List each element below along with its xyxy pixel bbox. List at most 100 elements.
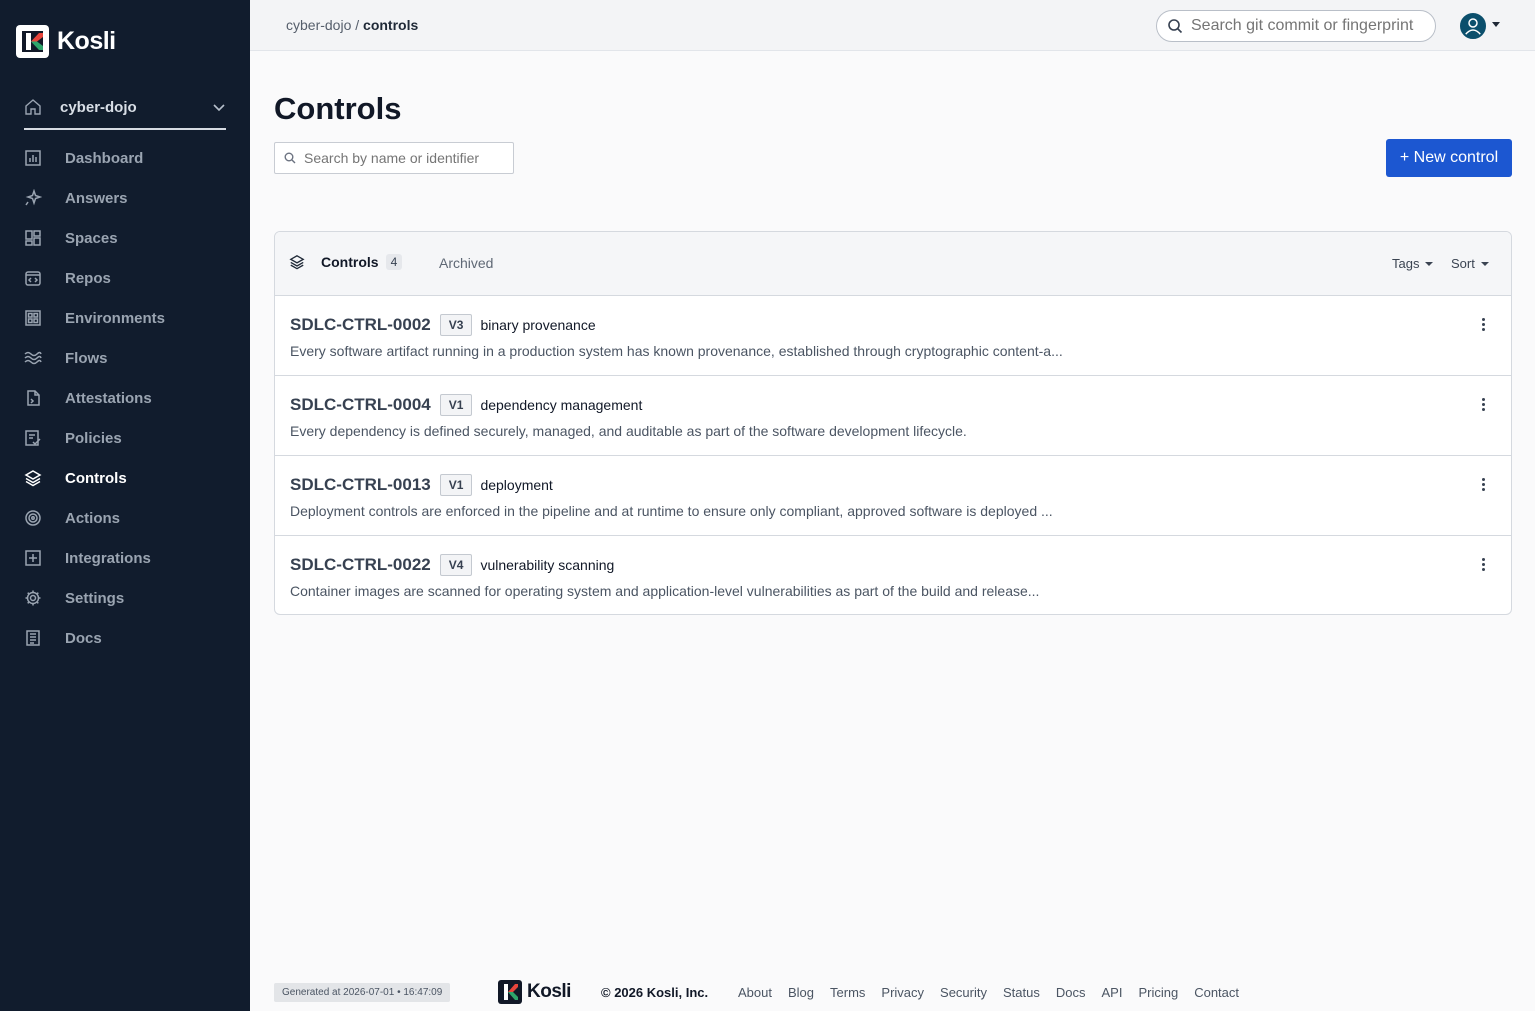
footer-link-terms[interactable]: Terms <box>830 985 865 1000</box>
controls-count-badge: 4 <box>385 254 403 270</box>
sort-dropdown[interactable]: Sort <box>1451 256 1489 271</box>
controls-panel: Controls 4 Archived Tags Sort SDLC-CTRL-… <box>274 231 1512 615</box>
logo-text: Kosli <box>57 27 116 55</box>
org-switcher[interactable]: cyber-dojo <box>24 86 226 130</box>
tags-dropdown-label: Tags <box>1392 256 1420 271</box>
sidebar-item-dashboard[interactable]: Dashboard <box>0 138 250 178</box>
more-options-icon[interactable] <box>1475 554 1491 574</box>
sort-dropdown-label: Sort <box>1451 256 1475 271</box>
control-row[interactable]: SDLC-CTRL-0004 V1 dependency management … <box>275 376 1511 456</box>
sidebar-item-attestations[interactable]: Attestations <box>0 378 250 418</box>
footer-link-docs[interactable]: Docs <box>1056 985 1086 1000</box>
generated-timestamp: Generated at 2026-07-01 • 16:47:09 <box>274 982 451 1002</box>
control-row[interactable]: SDLC-CTRL-0013 V1 deployment Deployment … <box>275 456 1511 536</box>
version-badge: V1 <box>439 474 473 496</box>
search-icon <box>284 152 296 164</box>
kosli-logo[interactable]: Kosli <box>16 25 116 58</box>
control-id[interactable]: SDLC-CTRL-0002 <box>290 315 431 335</box>
footer-link-status[interactable]: Status <box>1003 985 1040 1000</box>
chevron-down-icon <box>213 104 225 112</box>
footer: Generated at 2026-07-01 • 16:47:09 Kosli… <box>274 978 1274 1006</box>
sidebar-item-controls[interactable]: Controls <box>0 458 250 498</box>
gear-icon <box>24 589 42 607</box>
home-icon <box>25 99 41 115</box>
more-options-icon[interactable] <box>1475 474 1491 494</box>
sidebar-item-label: Attestations <box>65 389 152 407</box>
breadcrumb-current: controls <box>363 17 419 33</box>
control-description: Every software artifact running in a pro… <box>290 343 1063 359</box>
sidebar-item-spaces[interactable]: Spaces <box>0 218 250 258</box>
doc-icon <box>24 629 42 647</box>
footer-link-pricing[interactable]: Pricing <box>1138 985 1178 1000</box>
sidebar-item-answers[interactable]: Answers <box>0 178 250 218</box>
sidebar-item-label: Integrations <box>65 549 151 567</box>
user-menu-caret-icon[interactable] <box>1492 22 1500 27</box>
search-icon <box>1168 19 1183 34</box>
footer-link-contact[interactable]: Contact <box>1194 985 1239 1000</box>
kosli-logo-icon <box>498 980 522 1004</box>
sidebar-item-label: Repos <box>65 269 111 287</box>
plus-box-icon <box>24 549 42 567</box>
control-name: vulnerability scanning <box>480 557 615 573</box>
new-control-button[interactable]: + New control <box>1386 139 1512 177</box>
footer-link-api[interactable]: API <box>1101 985 1122 1000</box>
footer-logo[interactable]: Kosli <box>498 980 571 1004</box>
more-options-icon[interactable] <box>1475 394 1491 414</box>
control-description: Deployment controls are enforced in the … <box>290 503 1053 519</box>
sidebar-item-environments[interactable]: Environments <box>0 298 250 338</box>
control-id[interactable]: SDLC-CTRL-0022 <box>290 555 431 575</box>
sidebar-item-label: Environments <box>65 309 166 327</box>
version-badge: V1 <box>439 394 473 416</box>
sidebar-item-label: Spaces <box>65 229 118 247</box>
footer-link-about[interactable]: About <box>738 985 772 1000</box>
footer-links: About Blog Terms Privacy Security Status… <box>738 985 1239 1000</box>
sparkle-icon <box>24 189 42 207</box>
sidebar-nav: Dashboard Answers Spaces Repos Environme… <box>0 138 250 658</box>
sidebar-item-label: Dashboard <box>65 149 144 167</box>
target-icon <box>24 509 42 527</box>
caret-down-icon <box>1480 261 1489 266</box>
tab-archived[interactable]: Archived <box>439 255 493 271</box>
version-badge: V3 <box>439 314 473 336</box>
control-id[interactable]: SDLC-CTRL-0013 <box>290 475 431 495</box>
org-name: cyber-dojo <box>60 98 137 116</box>
global-search[interactable] <box>1156 10 1436 42</box>
breadcrumb-separator: / <box>351 17 364 33</box>
footer-link-blog[interactable]: Blog <box>788 985 814 1000</box>
control-description: Container images are scanned for operati… <box>290 583 1040 599</box>
tags-dropdown[interactable]: Tags <box>1392 256 1434 271</box>
control-name: deployment <box>480 477 553 493</box>
sidebar-item-integrations[interactable]: Integrations <box>0 538 250 578</box>
sidebar-item-docs[interactable]: Docs <box>0 618 250 658</box>
controls-panel-header: Controls 4 Archived Tags Sort <box>275 232 1511 296</box>
sidebar-item-repos[interactable]: Repos <box>0 258 250 298</box>
control-row[interactable]: SDLC-CTRL-0002 V3 binary provenance Ever… <box>275 296 1511 376</box>
layers-icon <box>289 255 305 270</box>
spaces-icon <box>24 229 42 247</box>
sidebar-item-settings[interactable]: Settings <box>0 578 250 618</box>
breadcrumb-org[interactable]: cyber-dojo <box>286 17 351 33</box>
tab-controls[interactable]: Controls 4 <box>289 254 403 270</box>
sidebar-item-label: Controls <box>65 469 127 487</box>
controls-search-input[interactable] <box>304 150 504 166</box>
version-badge: V4 <box>439 554 473 576</box>
footer-link-security[interactable]: Security <box>940 985 987 1000</box>
grid-icon <box>24 309 42 327</box>
sidebar-item-label: Docs <box>65 629 102 647</box>
avatar[interactable] <box>1460 13 1486 39</box>
controls-search[interactable] <box>274 142 514 174</box>
sidebar: Kosli cyber-dojo Dashboard Answers Space… <box>0 0 250 1011</box>
chart-icon <box>24 149 42 167</box>
footer-link-privacy[interactable]: Privacy <box>881 985 924 1000</box>
page-title: Controls <box>274 91 402 126</box>
control-row[interactable]: SDLC-CTRL-0022 V4 vulnerability scanning… <box>275 536 1511 614</box>
more-options-icon[interactable] <box>1475 314 1491 334</box>
sidebar-item-flows[interactable]: Flows <box>0 338 250 378</box>
control-description: Every dependency is defined securely, ma… <box>290 423 967 439</box>
waves-icon <box>24 349 42 367</box>
sidebar-item-policies[interactable]: Policies <box>0 418 250 458</box>
global-search-input[interactable] <box>1191 17 1431 35</box>
control-id[interactable]: SDLC-CTRL-0004 <box>290 395 431 415</box>
sidebar-item-actions[interactable]: Actions <box>0 498 250 538</box>
sidebar-item-label: Settings <box>65 589 125 607</box>
